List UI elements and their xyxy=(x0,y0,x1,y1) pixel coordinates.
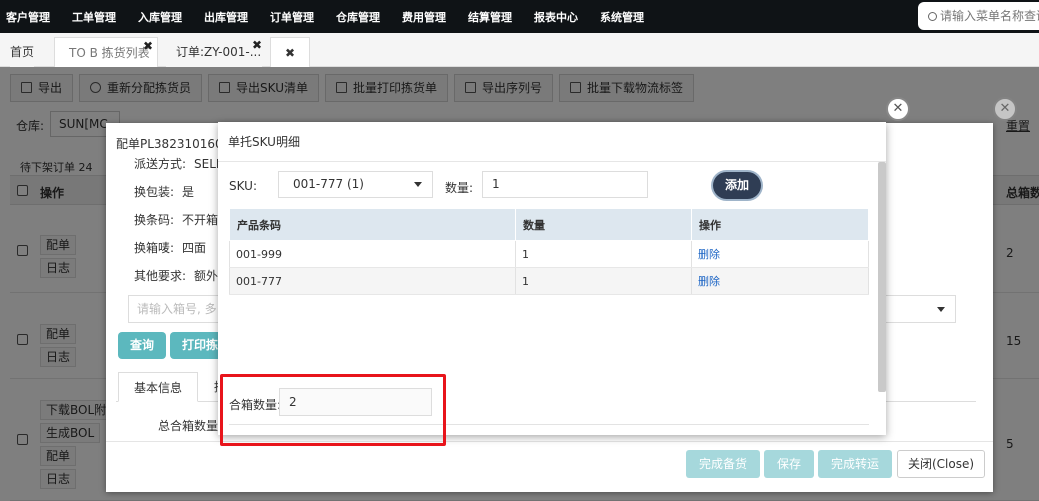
menu-item-reports[interactable]: 报表中心 xyxy=(534,9,578,25)
close-all-tabs-button[interactable]: ✖ xyxy=(270,37,310,67)
menu-search-input[interactable]: 请输入菜单名称查询 xyxy=(918,2,1039,30)
info-barcode: 换条码: 不开箱 xyxy=(134,211,218,228)
info-repackage: 换包装: 是 xyxy=(134,183,194,200)
action-cell: 删除 xyxy=(691,267,869,295)
query-button[interactable]: 查询 xyxy=(118,332,167,359)
info-other: 其他要求: 额外 xyxy=(134,267,218,284)
table-row: 001-777 1 删除 xyxy=(229,267,869,295)
page-tabs: 首页 TO B 拣货列表 ✖ 订单:ZY-001-... ✖ ✖ xyxy=(0,33,1039,67)
quantity-cell: 1 xyxy=(515,267,692,295)
main-menu: 客户管理 工单管理 入库管理 出库管理 订单管理 仓库管理 费用管理 结算管理 … xyxy=(0,0,660,33)
tab-order-label: 订单:ZY-001-... xyxy=(176,45,262,59)
column-header-quantity: 数量 xyxy=(515,208,692,241)
search-icon xyxy=(928,12,937,21)
action-cell: 删除 xyxy=(691,240,869,268)
close-icon[interactable]: ✕ xyxy=(886,97,910,121)
add-button[interactable]: 添加 xyxy=(713,172,761,199)
tab-basic-info[interactable]: 基本信息 xyxy=(118,372,198,402)
highlight-annotation xyxy=(220,374,446,446)
info-value: 是 xyxy=(182,185,195,199)
info-value: 不开箱 xyxy=(182,213,219,227)
table-row: 001-999 1 删除 xyxy=(229,240,869,268)
menu-item-inbound[interactable]: 入库管理 xyxy=(138,9,182,25)
column-header-action: 操作 xyxy=(691,208,869,241)
close-icon[interactable]: ✖ xyxy=(252,30,262,60)
tab-tob-picking-list[interactable]: TO B 拣货列表 ✖ xyxy=(54,37,158,67)
print-picking-button[interactable]: 打印拣货 xyxy=(170,332,220,359)
sku-table-header: 产品条码 数量 操作 xyxy=(229,208,869,241)
barcode-cell: 001-999 xyxy=(229,240,516,268)
menu-item-outbound[interactable]: 出库管理 xyxy=(204,9,248,25)
delete-link[interactable]: 删除 xyxy=(698,248,720,261)
pallet-sku-modal-title: 单托SKU明细 xyxy=(218,122,886,162)
quantity-cell: 1 xyxy=(515,240,692,268)
total-combined-label: 总合箱数量: xyxy=(158,419,223,433)
modal-scrollbar[interactable] xyxy=(878,162,886,392)
sku-select-value: 001-777 (1) xyxy=(293,177,364,191)
info-box-mark: 换箱唛: 四面 xyxy=(134,239,206,256)
complete-transfer-button[interactable]: 完成转运 xyxy=(818,450,893,478)
close-icon[interactable]: ✕ xyxy=(993,97,1017,121)
menu-item-system[interactable]: 系统管理 xyxy=(600,9,644,25)
delete-link[interactable]: 删除 xyxy=(698,275,720,288)
complete-prep-button[interactable]: 完成备货 xyxy=(686,450,761,478)
info-delivery-method: 派送方式: SELF xyxy=(134,155,223,172)
menu-search-placeholder: 请输入菜单名称查询 xyxy=(940,9,1039,23)
info-label: 换箱唛: xyxy=(134,241,175,255)
sku-select[interactable]: 001-777 (1) xyxy=(278,171,433,198)
allocation-modal-title: 配单PL3823101600 xyxy=(116,137,231,151)
menu-item-customer[interactable]: 客户管理 xyxy=(6,9,50,25)
menu-item-settlement[interactable]: 结算管理 xyxy=(468,9,512,25)
menu-item-workorder[interactable]: 工单管理 xyxy=(72,9,116,25)
info-label: 其他要求: xyxy=(134,269,187,283)
box-number-placeholder: 请输入箱号, 多 xyxy=(137,302,217,316)
menu-item-fees[interactable]: 费用管理 xyxy=(402,9,446,25)
info-value: 额外 xyxy=(194,269,219,283)
tab-tob-picking-label: TO B 拣货列表 xyxy=(69,46,150,60)
sku-table: 产品条码 数量 操作 001-999 1 删除 001-777 1 删除 xyxy=(229,208,869,295)
info-label: 派送方式: xyxy=(134,157,187,171)
column-header-barcode: 产品条码 xyxy=(229,208,516,241)
info-label: 换条码: xyxy=(134,213,175,227)
tab-order-detail[interactable]: 订单:ZY-001-... ✖ xyxy=(166,37,262,67)
barcode-cell: 001-777 xyxy=(229,267,516,295)
sku-label: SKU: xyxy=(229,179,257,193)
info-label: 换包装: xyxy=(134,185,175,199)
info-value: 四面 xyxy=(182,241,207,255)
close-icon[interactable]: ✖ xyxy=(143,31,153,61)
menu-item-orders[interactable]: 订单管理 xyxy=(270,9,314,25)
menu-item-warehouse[interactable]: 仓库管理 xyxy=(336,9,380,25)
tab-home-label: 首页 xyxy=(10,45,35,59)
close-icon: ✖ xyxy=(284,46,296,60)
top-menu-bar: 客户管理 工单管理 入库管理 出库管理 订单管理 仓库管理 费用管理 结算管理 … xyxy=(0,0,1039,33)
close-modal-button[interactable]: 关闭(Close) xyxy=(897,450,986,478)
chevron-down-icon xyxy=(937,307,945,312)
save-button[interactable]: 保存 xyxy=(764,450,815,478)
quantity-label: 数量: xyxy=(445,181,474,195)
quantity-input[interactable]: 1 xyxy=(482,171,648,198)
chevron-down-icon xyxy=(414,182,422,187)
tab-home[interactable]: 首页 xyxy=(10,37,35,67)
